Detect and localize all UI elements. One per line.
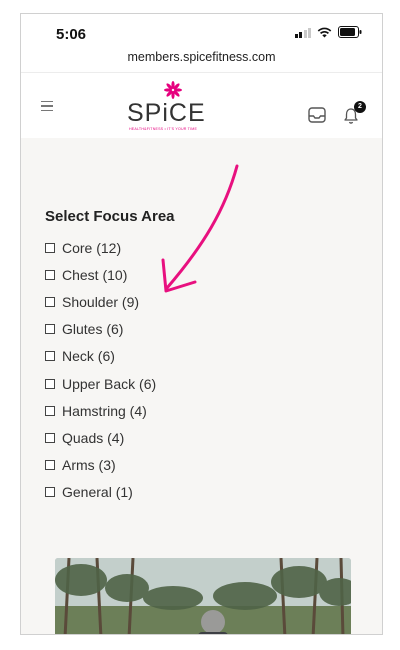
focus-option[interactable]: Chest (10)	[45, 261, 156, 288]
focus-option-label: Hamstring (4)	[62, 402, 147, 419]
outdoor-scene-image	[55, 558, 351, 634]
focus-option[interactable]: General (1)	[45, 479, 156, 506]
checkbox[interactable]	[45, 432, 55, 443]
video-thumbnail[interactable]	[55, 558, 351, 634]
logo-flower-icon	[164, 81, 182, 99]
status-bar: 5:06	[21, 14, 382, 54]
checkbox[interactable]	[45, 296, 55, 307]
checkbox[interactable]	[45, 487, 55, 498]
focus-area-title: Select Focus Area	[45, 208, 175, 225]
focus-option-label: Glutes (6)	[62, 321, 124, 338]
checkbox[interactable]	[45, 351, 55, 362]
checkbox[interactable]	[45, 269, 55, 280]
focus-option-label: Quads (4)	[62, 429, 125, 446]
focus-option[interactable]: Arms (3)	[45, 452, 156, 479]
browser-url[interactable]: members.spicefitness.com	[21, 50, 382, 64]
checkbox[interactable]	[45, 460, 55, 471]
phone-frame: 5:06 members.spicefitness.com SPiCE HEAL…	[20, 13, 383, 635]
focus-area-list: Core (12) Chest (10) Shoulder (9) Glutes…	[45, 234, 156, 506]
focus-option-label: Arms (3)	[62, 457, 116, 474]
status-icons	[294, 26, 363, 38]
focus-option[interactable]: Upper Back (6)	[45, 370, 156, 397]
checkbox[interactable]	[45, 378, 55, 389]
focus-option[interactable]: Glutes (6)	[45, 316, 156, 343]
checkbox[interactable]	[45, 324, 55, 335]
battery-icon	[338, 26, 362, 38]
focus-option-label: Neck (6)	[62, 348, 115, 365]
spice-logo[interactable]: SPiCE HEALTH&FITNESS • IT'S YOUR TIME	[127, 81, 219, 131]
focus-option[interactable]: Neck (6)	[45, 343, 156, 370]
focus-option[interactable]: Quads (4)	[45, 424, 156, 451]
inbox-icon[interactable]	[308, 107, 326, 123]
logo-tagline: HEALTH&FITNESS • IT'S YOUR TIME	[129, 127, 198, 131]
notification-badge: 2	[354, 101, 366, 113]
focus-option-label: Upper Back (6)	[62, 375, 157, 392]
signal-icon	[294, 27, 311, 38]
focus-option[interactable]: Core (12)	[45, 234, 156, 261]
wifi-icon	[317, 27, 332, 38]
status-time: 5:06	[56, 26, 87, 43]
focus-option-label: General (1)	[62, 484, 133, 501]
focus-option-label: Chest (10)	[62, 266, 128, 283]
checkbox[interactable]	[45, 405, 55, 416]
logo-wordmark: SPiCE	[127, 99, 206, 127]
site-header: SPiCE HEALTH&FITNESS • IT'S YOUR TIME 2	[21, 72, 382, 139]
focus-option[interactable]: Shoulder (9)	[45, 288, 156, 315]
main-content: Select Focus Area Core (12) Chest (10) S…	[21, 138, 382, 634]
hamburger-icon[interactable]	[41, 101, 53, 111]
focus-option[interactable]: Hamstring (4)	[45, 397, 156, 424]
focus-option-label: Core (12)	[62, 239, 122, 256]
checkbox[interactable]	[45, 242, 55, 253]
focus-option-label: Shoulder (9)	[62, 293, 140, 310]
